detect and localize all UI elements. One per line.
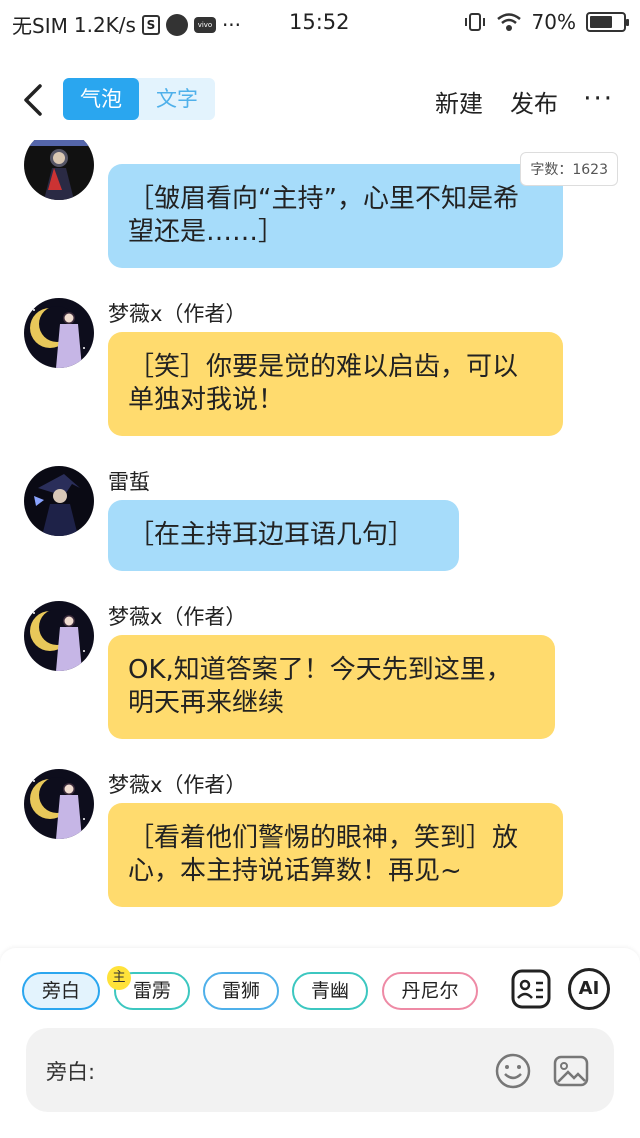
message-bubble[interactable]: ［看着他们警惕的眼神，笑到］放心，本主持说话算数！再见~ — [108, 803, 563, 907]
chat-area[interactable]: 字数：1623 雷狮 ［皱眉看向“主持”，心里不知是希望还是……］ 梦薇x（作者… — [0, 140, 640, 948]
wifi-icon — [496, 13, 521, 31]
more-notifications-icon: ··· — [221, 12, 242, 37]
tab-bubble[interactable]: 气泡 — [63, 78, 139, 120]
character-chip-danier[interactable]: 丹尼尔 — [382, 972, 478, 1010]
sender-name: 梦薇x（作者） — [108, 773, 247, 797]
avatar[interactable] — [24, 466, 94, 536]
tab-text[interactable]: 文字 — [139, 78, 215, 120]
avatar[interactable] — [24, 298, 94, 368]
message-input-box: 旁白: — [26, 1028, 614, 1112]
clock: 15:52 — [289, 10, 350, 34]
vivo-app-icon: vivo — [193, 16, 216, 33]
network-speed: 1.2K/s — [73, 12, 136, 37]
more-menu-button[interactable]: ··· — [583, 84, 614, 114]
image-icon[interactable] — [552, 1052, 590, 1090]
message-bubble[interactable]: ［笑］你要是觉的难以启齿，可以单独对我说！ — [108, 332, 563, 436]
top-bar: 气泡 文字 新建 发布 ··· — [0, 60, 640, 140]
new-button[interactable]: 新建 — [435, 84, 483, 119]
sender-name: 梦薇x（作者） — [108, 302, 247, 326]
palette-app-icon — [165, 13, 188, 36]
carrier-text: 无SIM — [12, 14, 68, 38]
battery-level — [590, 16, 613, 28]
publish-button[interactable]: 发布 — [510, 84, 558, 119]
speaker-label: 旁白: — [46, 1060, 96, 1084]
battery-icon — [586, 12, 629, 32]
message-bubble[interactable]: ［在主持耳边耳语几句］ — [108, 500, 459, 571]
avatar[interactable] — [24, 140, 94, 200]
sender-name: 梦薇x（作者） — [108, 605, 247, 629]
view-mode-toggle: 气泡 文字 — [63, 78, 215, 120]
character-chip-qingyou[interactable]: 青幽 — [292, 972, 368, 1010]
compose-panel: 旁白 主 雷雳 雷狮 青幽 丹尼尔 AI 旁白: — [0, 948, 640, 1138]
character-manage-icon[interactable] — [510, 968, 552, 1010]
emoji-icon[interactable] — [494, 1052, 532, 1090]
battery-percent: 70% — [531, 10, 576, 34]
message-input[interactable] — [118, 1048, 478, 1092]
message-bubble[interactable]: ［皱眉看向“主持”，心里不知是希望还是……］ — [108, 164, 563, 268]
character-chip-narrator[interactable]: 旁白 — [22, 972, 100, 1010]
vibrate-icon — [464, 13, 485, 31]
s-app-icon: S — [141, 14, 160, 35]
word-count-badge: 字数：1623 — [520, 152, 618, 186]
avatar[interactable] — [24, 601, 94, 671]
avatar[interactable] — [24, 769, 94, 839]
status-bar: 无SIM 1.2K/s S vivo ··· 15:52 70% — [0, 0, 640, 46]
sender-name: 雷蜇 — [108, 470, 150, 494]
ai-button[interactable]: AI — [568, 968, 610, 1010]
message-bubble[interactable]: OK,知道答案了！今天先到这里，明天再来继续 — [108, 635, 555, 739]
character-chip-leishi[interactable]: 雷狮 — [203, 972, 279, 1010]
back-arrow-icon[interactable] — [18, 82, 48, 118]
main-role-badge: 主 — [107, 966, 131, 990]
